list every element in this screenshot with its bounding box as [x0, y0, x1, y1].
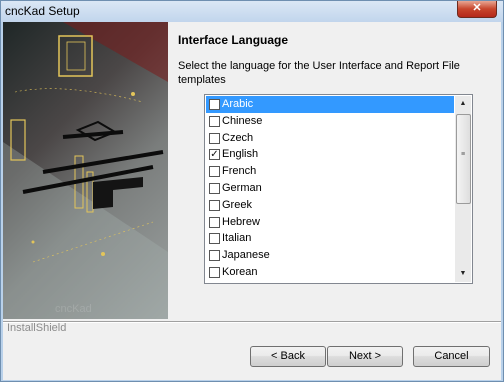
language-label: German [222, 181, 262, 194]
scroll-up-arrow-icon[interactable]: ▲ [455, 96, 471, 112]
language-label: Italian [222, 232, 252, 245]
cancel-button[interactable]: Cancel [413, 346, 490, 367]
page-title: Interface Language [178, 33, 289, 47]
language-label: Arabic [222, 98, 254, 110]
etched-watermark: cncKad [55, 303, 92, 315]
language-item-italian[interactable]: Italian [206, 230, 454, 247]
button-area-divider [3, 321, 501, 323]
close-icon: ✕ [472, 2, 482, 14]
close-button[interactable]: ✕ [457, 1, 497, 18]
language-item-japanese[interactable]: Japanese [206, 247, 454, 264]
dialog-client-area: cncKad InstallShield Interface Language … [3, 22, 501, 380]
installshield-label: InstallShield [7, 322, 67, 334]
language-item-chinese[interactable]: Chinese [206, 113, 454, 130]
language-label: Chinese [222, 114, 263, 127]
language-checkbox[interactable]: ✓ [209, 149, 220, 161]
language-checkbox[interactable] [209, 233, 220, 245]
language-item-greek[interactable]: Greek [206, 197, 454, 214]
page-description: Select the language for the User Interfa… [178, 60, 460, 86]
language-item-english[interactable]: ✓ English [206, 146, 454, 163]
title-bar[interactable]: cncKad Setup ✕ [1, 1, 503, 22]
language-checkbox[interactable] [209, 216, 220, 228]
language-item-korean[interactable]: Korean [206, 264, 454, 281]
language-label: Greek [222, 198, 252, 211]
language-item-german[interactable]: German [206, 180, 454, 197]
setup-window: cncKad Setup ✕ cncKad InstallShield Inte… [0, 0, 504, 382]
side-banner-image: cncKad [3, 22, 168, 319]
language-checkbox[interactable] [209, 250, 220, 262]
language-label: Korean [222, 265, 258, 278]
language-item-hebrew[interactable]: Hebrew [206, 214, 454, 231]
content-panel: Interface Language Select the language f… [168, 22, 501, 322]
language-label: Czech [222, 131, 254, 144]
language-label: Japanese [222, 249, 270, 262]
scroll-down-arrow-icon[interactable]: ▼ [455, 266, 471, 282]
language-listbox[interactable]: Arabic Chinese Czech ✓ English French German Gr… [204, 94, 473, 284]
language-item-arabic[interactable]: Arabic [206, 96, 454, 113]
language-checkbox[interactable] [209, 99, 220, 110]
language-checkbox[interactable] [209, 132, 220, 144]
language-checkbox[interactable] [209, 115, 220, 127]
language-item-french[interactable]: French [206, 163, 454, 180]
cad-artwork [3, 22, 168, 319]
language-checkbox[interactable] [209, 166, 220, 178]
language-checkbox[interactable] [209, 199, 220, 211]
language-label: English [222, 148, 259, 161]
language-checkbox[interactable] [209, 266, 220, 278]
language-label: Hebrew [222, 215, 260, 228]
next-button[interactable]: Next > [327, 346, 403, 367]
grip-icon: ≡ [461, 151, 466, 158]
language-list: Arabic Chinese Czech ✓ English French German Gr… [206, 96, 454, 281]
vertical-scrollbar[interactable]: ▲ ≡ ▼ [455, 96, 471, 282]
language-label: French [222, 165, 257, 178]
window-title: cncKad Setup [5, 4, 80, 18]
scroll-thumb[interactable]: ≡ [456, 114, 471, 204]
back-button[interactable]: < Back [250, 346, 326, 367]
language-checkbox[interactable] [209, 182, 220, 194]
language-item-czech[interactable]: Czech [206, 130, 454, 147]
